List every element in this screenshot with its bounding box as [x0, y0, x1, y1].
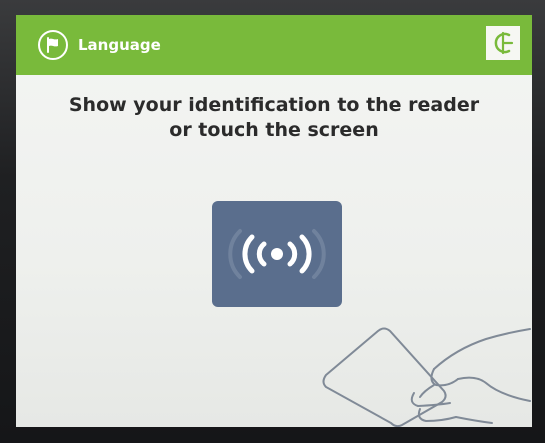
contactless-signal-icon	[228, 229, 326, 279]
instruction-line-2: or touch the screen	[169, 119, 379, 141]
instruction-line-1: Show your identification to the reader	[68, 94, 480, 116]
top-bar: Language	[16, 15, 532, 75]
brand-logo	[486, 26, 520, 60]
language-button[interactable]: Language	[38, 28, 161, 62]
brand-logo-icon	[494, 31, 514, 55]
language-circle	[38, 30, 68, 60]
reader-tile[interactable]	[212, 201, 342, 307]
hand-holding-card-icon	[322, 327, 531, 427]
language-label: Language	[78, 36, 161, 54]
instruction-text: Show your identification to the reader o…	[16, 93, 532, 143]
kiosk-screen[interactable]: Language Show your identification to the…	[16, 15, 532, 427]
flag-icon	[47, 37, 58, 53]
